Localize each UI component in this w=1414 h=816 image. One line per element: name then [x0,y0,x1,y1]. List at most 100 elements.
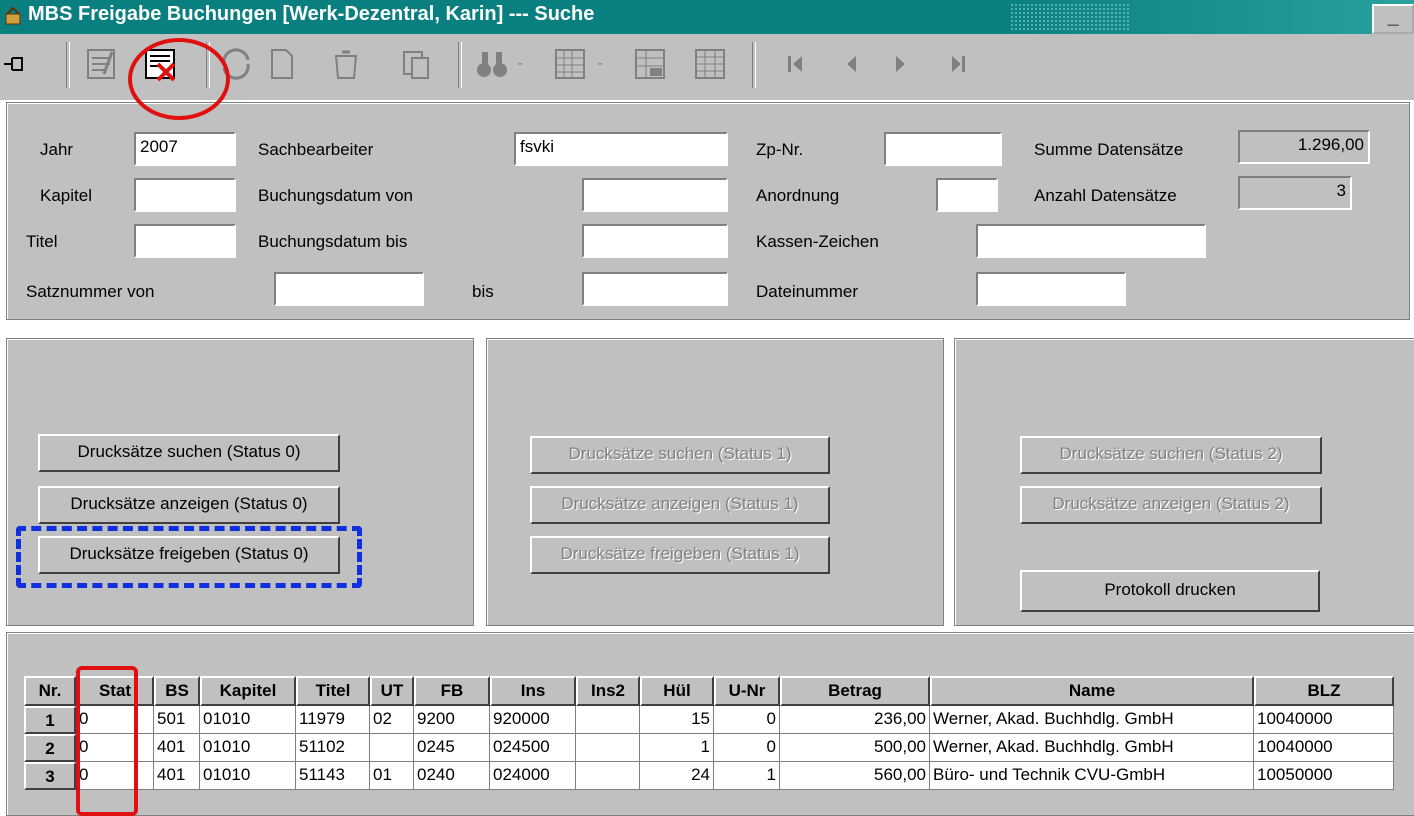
column-header-nr[interactable]: Nr. [24,676,76,706]
table-cell-fb[interactable]: 0245 [414,734,490,762]
title-bar: MBS Freigabe Buchungen [Werk-Dezentral, … [0,0,1414,34]
table-cell-betrag[interactable]: 236,00 [780,706,930,734]
status1-anzeigen-button[interactable]: Drucksätze anzeigen (Status 1) [530,486,830,524]
check-list-icon[interactable] [82,44,122,84]
row-number[interactable]: 1 [24,706,76,734]
satznummer-von-field[interactable] [274,272,424,306]
column-header-titel[interactable]: Titel [296,676,370,706]
calendar-grid-icon[interactable] [550,44,590,84]
trash-icon[interactable] [326,44,366,84]
table-cell-kapitel[interactable]: 01010 [200,762,296,790]
copy-document-icon[interactable] [396,44,436,84]
table-cell-ins[interactable]: 920000 [490,706,576,734]
column-header-ut[interactable]: UT [370,676,414,706]
table-cell-ins[interactable]: 024500 [490,734,576,762]
toolbar-separator [458,42,462,88]
table-cell-kapitel[interactable]: 01010 [200,734,296,762]
status2-suchen-button[interactable]: Drucksätze suchen (Status 2) [1020,436,1322,474]
new-document-icon[interactable] [262,44,302,84]
table-cell-huel[interactable]: 24 [640,762,714,790]
title-bar-pattern [1010,3,1130,31]
table-cell-bs[interactable]: 501 [154,706,200,734]
status1-suchen-button[interactable]: Drucksätze suchen (Status 1) [530,436,830,474]
table-cell-titel[interactable]: 51143 [296,762,370,790]
buchungsdatum-bis-label: Buchungsdatum bis [258,232,408,251]
table-cell-name[interactable]: Werner, Akad. Buchhdlg. GmbH [930,706,1254,734]
column-header-betrag[interactable]: Betrag [780,676,930,706]
column-header-name[interactable]: Name [930,676,1254,706]
column-header-kapitel[interactable]: Kapitel [200,676,296,706]
anordnung-label: Anordnung [756,186,840,205]
minimize-button[interactable]: _ [1372,4,1414,34]
table-cell-ut[interactable]: 01 [370,762,414,790]
row-number[interactable]: 3 [24,762,76,790]
pin-icon[interactable] [0,44,28,84]
annotation-blue-dashed-box [16,526,362,588]
column-header-bs[interactable]: BS [154,676,200,706]
protokoll-drucken-button[interactable]: Protokoll drucken [1020,570,1320,612]
column-header-blz[interactable]: BLZ [1254,676,1394,706]
table-cell-fb[interactable]: 9200 [414,706,490,734]
next-record-icon[interactable] [880,44,920,84]
sachbearbeiter-field[interactable]: fsvki [514,132,728,166]
app-icon [5,6,21,25]
table-cell-huel[interactable]: 15 [640,706,714,734]
table-cell-bs[interactable]: 401 [154,762,200,790]
column-header-ins2[interactable]: Ins2 [576,676,640,706]
table-cell-betrag[interactable]: 560,00 [780,762,930,790]
table-cell-u-nr[interactable]: 0 [714,706,780,734]
status0-suchen-button[interactable]: Drucksätze suchen (Status 0) [38,434,340,472]
binoculars-dropdown-icon[interactable]: - [510,44,530,84]
column-header-fb[interactable]: FB [414,676,490,706]
status2-anzeigen-button[interactable]: Drucksätze anzeigen (Status 2) [1020,486,1322,524]
table-cell-name[interactable]: Werner, Akad. Buchhdlg. GmbH [930,734,1254,762]
table-cell-ins[interactable]: 024000 [490,762,576,790]
satznummer-bis-field[interactable] [582,272,728,306]
table-cell-ut[interactable] [370,734,414,762]
table-cell-blz[interactable]: 10040000 [1254,734,1394,762]
table-cell-titel[interactable]: 51102 [296,734,370,762]
table-cell-titel[interactable]: 11979 [296,706,370,734]
column-header-u-nr[interactable]: U-Nr [714,676,780,706]
table-cell-blz[interactable]: 10050000 [1254,762,1394,790]
table-cell-fb[interactable]: 0240 [414,762,490,790]
table-cell-ins2[interactable] [576,734,640,762]
column-header-huel[interactable]: Hül [640,676,714,706]
table-cell-ins2[interactable] [576,762,640,790]
status1-freigeben-button[interactable]: Drucksätze freigeben (Status 1) [530,536,830,574]
table-cell-u-nr[interactable]: 0 [714,734,780,762]
jahr-field[interactable]: 2007 [134,132,236,166]
table-cell-ins2[interactable] [576,706,640,734]
dateinummer-field[interactable] [976,272,1126,306]
anordnung-field[interactable] [936,178,998,212]
toolbar-separator [752,42,756,88]
table-cell-betrag[interactable]: 500,00 [780,734,930,762]
last-record-icon[interactable] [938,44,978,84]
row-number[interactable]: 2 [24,734,76,762]
table-cell-kapitel[interactable]: 01010 [200,706,296,734]
table-icon[interactable] [690,44,730,84]
table-cell-u-nr[interactable]: 1 [714,762,780,790]
buchungsdatum-von-field[interactable] [582,178,728,212]
table-edit-icon[interactable] [630,44,670,84]
kassen-zeichen-field[interactable] [976,224,1206,258]
satznummer-von-label: Satznummer von [26,282,155,301]
table-cell-huel[interactable]: 1 [640,734,714,762]
grid-dropdown-icon[interactable]: - [590,44,610,84]
jahr-label: Jahr [40,140,74,159]
kapitel-field[interactable] [134,178,236,212]
buchungsdatum-bis-field[interactable] [582,224,728,258]
zp-nr-field[interactable] [884,132,1002,166]
table-cell-name[interactable]: Büro- und Technik CVU-GmbH [930,762,1254,790]
table-cell-bs[interactable]: 401 [154,734,200,762]
previous-record-icon[interactable] [832,44,872,84]
binoculars-icon[interactable] [472,44,512,84]
table-cell-blz[interactable]: 10040000 [1254,706,1394,734]
status0-anzeigen-button[interactable]: Drucksätze anzeigen (Status 0) [38,486,340,524]
first-record-icon[interactable] [776,44,816,84]
summe-datensaetze-value: 1.296,00 [1238,130,1370,164]
column-header-ins[interactable]: Ins [490,676,576,706]
kassen-zeichen-label: Kassen-Zeichen [756,232,879,251]
table-cell-ut[interactable]: 02 [370,706,414,734]
titel-field[interactable] [134,224,236,258]
